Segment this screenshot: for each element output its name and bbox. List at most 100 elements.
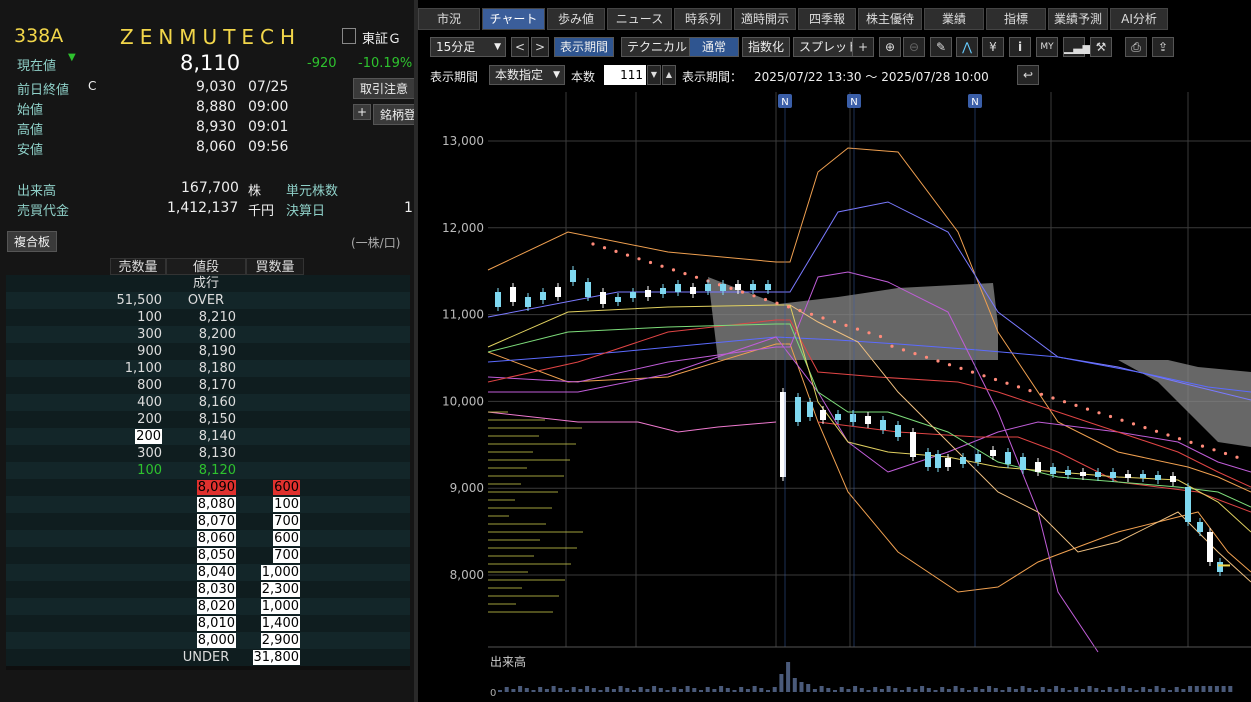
- tab-11[interactable]: 業績予測: [1048, 8, 1108, 30]
- add-stock-button[interactable]: 銘柄登: [373, 104, 415, 125]
- psar-dot: [878, 334, 883, 339]
- price-chart[interactable]: 13,000 12,000 11,000 10,000 9,000 8,000 N N N 出来高…: [418, 92, 1251, 702]
- wrench-icon[interactable]: ⚒: [1090, 37, 1112, 57]
- volume-chart-icon[interactable]: ▁▃▅: [1063, 37, 1092, 57]
- export-icon[interactable]: ⇪: [1152, 37, 1174, 57]
- psar-dot: [867, 331, 871, 335]
- buy-qty: [246, 377, 300, 394]
- order-book-row[interactable]: 900 8,190: [6, 343, 410, 360]
- volume-bar: [645, 689, 650, 692]
- order-book-row[interactable]: 51,500 OVER: [6, 292, 410, 309]
- order-book-row[interactable]: 200 8,150: [6, 411, 410, 428]
- chart-type-icon[interactable]: ⋀: [956, 37, 978, 57]
- order-book-row[interactable]: 8,000 2,900: [6, 632, 410, 649]
- order-book-row[interactable]: 8,060 600: [6, 530, 410, 547]
- candle: [1095, 472, 1101, 477]
- order-book-row[interactable]: 300 8,200: [6, 326, 410, 343]
- price-level: 8,170: [166, 377, 236, 394]
- tab-3[interactable]: 歩み値: [547, 8, 605, 30]
- volume-bar: [893, 688, 898, 692]
- crosshair-icon[interactable]: +: [852, 37, 874, 57]
- buy-qty: [246, 326, 300, 343]
- stock-code: 338A: [14, 25, 64, 47]
- order-book-row[interactable]: 1,100 8,180: [6, 360, 410, 377]
- tab-2[interactable]: チャート: [482, 8, 545, 30]
- psar-dot: [637, 257, 641, 261]
- buy-qty-value: 600: [273, 480, 300, 495]
- order-book-row[interactable]: 800 8,170: [6, 377, 410, 394]
- sell-qty: 200: [106, 411, 162, 428]
- tab-4[interactable]: ニュース: [607, 8, 672, 30]
- info-icon[interactable]: i: [1009, 37, 1031, 57]
- tab-10[interactable]: 指標: [986, 8, 1046, 30]
- chevron-right-icon[interactable]: >: [531, 37, 549, 57]
- chevron-left-icon[interactable]: <: [511, 37, 529, 57]
- range-value: 2025/07/22 13:30 ～ 2025/07/28 10:00: [754, 70, 989, 84]
- volume-bar: [946, 689, 951, 692]
- candle: [880, 420, 886, 430]
- indicator-line: [487, 411, 777, 433]
- psar-dot: [729, 286, 733, 290]
- candle: [820, 410, 826, 420]
- plus-icon[interactable]: +: [353, 104, 371, 120]
- price-level: 8,190: [166, 343, 236, 360]
- order-book-row[interactable]: 100 8,120: [6, 462, 410, 479]
- volume-bar: [879, 689, 884, 692]
- order-book-row[interactable]: 8,070 700: [6, 513, 410, 530]
- tab-8[interactable]: 株主優待: [858, 8, 922, 30]
- return-icon[interactable]: ↩: [1017, 65, 1039, 85]
- stepper-down-icon[interactable]: ▼: [647, 65, 661, 85]
- tab-1[interactable]: 市況: [418, 8, 480, 30]
- down-arrow-icon: ▼: [68, 52, 76, 63]
- zoom-in-icon[interactable]: ⊕: [879, 37, 901, 57]
- tab-6[interactable]: 適時開示: [734, 8, 796, 30]
- technical-button[interactable]: テクニカル: [621, 37, 694, 57]
- candle: [495, 292, 501, 307]
- tab-12[interactable]: AI分析: [1110, 8, 1168, 30]
- document-icon[interactable]: [342, 28, 356, 44]
- composite-board-tab[interactable]: 複合板: [7, 231, 58, 252]
- price-value: 8,200: [198, 327, 236, 342]
- zoom-out-icon[interactable]: ⊖: [903, 37, 925, 57]
- order-book-row[interactable]: 400 8,160: [6, 394, 410, 411]
- my-chart-icon[interactable]: MY: [1036, 37, 1058, 57]
- pencil-icon[interactable]: ✎: [930, 37, 952, 57]
- sell-qty: 51,500: [106, 292, 163, 309]
- trade-notice-button[interactable]: 取引注意: [353, 78, 415, 99]
- interval-select[interactable]: 15分足 ▼: [430, 37, 506, 57]
- order-book-row[interactable]: 8,010 1,400: [6, 615, 410, 632]
- index-button[interactable]: 指数化: [742, 37, 791, 57]
- order-book-row[interactable]: 8,040 1,000: [6, 564, 410, 581]
- order-book-row[interactable]: 8,030 2,300: [6, 581, 410, 598]
- price-value: 8,180: [198, 361, 236, 376]
- order-book-row[interactable]: 8,090 600: [6, 479, 410, 496]
- sell-qty: [106, 530, 162, 547]
- volume-bar: [1221, 686, 1226, 692]
- tab-7[interactable]: 四季報: [798, 8, 856, 30]
- stepper-up-icon[interactable]: ▲: [662, 65, 676, 85]
- order-book-row[interactable]: 100 8,210: [6, 309, 410, 326]
- price-value: 8,000: [196, 633, 236, 648]
- order-book-row[interactable]: 成行: [6, 275, 410, 292]
- sell-qty: [106, 598, 162, 615]
- order-book-row[interactable]: 8,050 700: [6, 547, 410, 564]
- volume-bar: [632, 690, 636, 692]
- tab-9[interactable]: 業績: [924, 8, 984, 30]
- sell-qty: 300: [106, 445, 162, 462]
- buy-qty-value: 700: [273, 548, 300, 563]
- order-book-row[interactable]: UNDER 31,800: [6, 649, 410, 666]
- yen-icon[interactable]: ¥: [982, 37, 1004, 57]
- psar-dot: [1131, 422, 1136, 426]
- period-mode-select[interactable]: 本数指定 ▼: [489, 65, 565, 85]
- candle: [895, 425, 901, 437]
- period-button[interactable]: 表示期間: [554, 37, 615, 57]
- order-book-row[interactable]: 8,020 1,000: [6, 598, 410, 615]
- order-book-row[interactable]: 300 8,130: [6, 445, 410, 462]
- tab-5[interactable]: 時系列: [674, 8, 732, 30]
- print-icon[interactable]: ⎙: [1125, 37, 1147, 57]
- count-input[interactable]: 111: [604, 65, 646, 85]
- order-book-row[interactable]: 8,080 100: [6, 496, 410, 513]
- order-book-row[interactable]: 200 8,140: [6, 428, 410, 445]
- normal-button[interactable]: 通常: [689, 37, 739, 57]
- psar-dot: [1097, 411, 1101, 415]
